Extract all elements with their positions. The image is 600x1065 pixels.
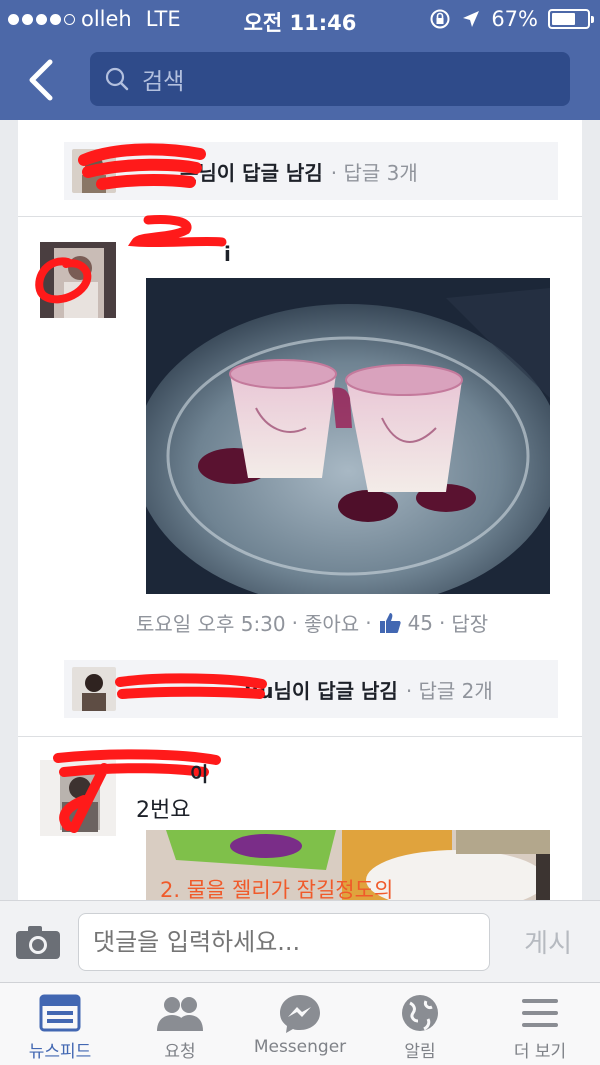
separator: · bbox=[439, 610, 446, 635]
status-icons: 67% bbox=[429, 7, 594, 31]
search-icon bbox=[105, 67, 129, 91]
reply-link[interactable]: 답장 bbox=[451, 608, 488, 637]
avatar[interactable] bbox=[40, 242, 116, 318]
redaction-scribble bbox=[127, 215, 227, 248]
camera-icon[interactable] bbox=[14, 923, 62, 961]
comment-input[interactable] bbox=[78, 913, 490, 971]
tab-notifications[interactable]: 알림 bbox=[360, 983, 480, 1065]
tab-label: 요청 bbox=[164, 1042, 196, 1062]
reply-author-text: Bu님이 답글 남김 bbox=[244, 678, 398, 703]
battery-icon bbox=[548, 9, 594, 29]
post-timestamp[interactable]: 토요일 오후 5:30 bbox=[136, 608, 286, 637]
post-meta: 토요일 오후 5:30 · 좋아요 · 45 · 답장 bbox=[136, 608, 572, 637]
avatar bbox=[72, 149, 116, 193]
search-input[interactable]: 검색 bbox=[90, 52, 570, 106]
comment-thread: 은님이 답글 남김 · 답글 3개 i 토요일 오후 5:30 · 좋아요 · … bbox=[18, 120, 582, 900]
notifications-globe-icon bbox=[402, 995, 438, 1031]
like-link[interactable]: 좋아요 bbox=[304, 608, 359, 637]
tab-label: Messenger bbox=[253, 1037, 347, 1057]
avatar[interactable] bbox=[40, 760, 116, 836]
messenger-icon bbox=[280, 995, 320, 1033]
reply-summary-top[interactable]: 은님이 답글 남김 · 답글 3개 bbox=[64, 142, 558, 200]
news-feed-icon bbox=[39, 994, 81, 1032]
post-button[interactable]: 게시 bbox=[524, 923, 572, 960]
back-chevron-icon[interactable] bbox=[22, 56, 62, 104]
tab-more[interactable]: 더 보기 bbox=[480, 983, 600, 1065]
post-photo[interactable] bbox=[146, 278, 550, 594]
tab-bar: 뉴스피드 요청 Messenger 알림 더 보기 bbox=[0, 982, 600, 1065]
post-text: 2번요 bbox=[136, 798, 191, 823]
divider bbox=[18, 736, 582, 737]
like-count[interactable]: 45 bbox=[408, 611, 433, 635]
reply-summary-mid[interactable]: Bu님이 답글 남김 · 답글 2개 bbox=[64, 660, 558, 718]
navigation-bar: 검색 bbox=[0, 40, 600, 120]
post-author-name[interactable]: 이 bbox=[190, 758, 208, 787]
reply-count: · 답글 2개 bbox=[405, 678, 493, 703]
status-bar: olleh LTE 오전 11:46 67% bbox=[0, 0, 600, 40]
divider bbox=[18, 216, 582, 217]
location-arrow-icon bbox=[463, 11, 480, 27]
comment-composer: 게시 bbox=[0, 900, 600, 982]
post-photo[interactable]: 2. 물을 젤리가 잠길정도의 bbox=[146, 830, 550, 900]
separator: · bbox=[291, 610, 298, 635]
reply-author-text: 은님이 답글 남김 bbox=[180, 160, 323, 185]
friend-requests-icon bbox=[157, 997, 203, 1031]
separator: · bbox=[365, 610, 372, 635]
post-author-name[interactable]: i bbox=[224, 242, 231, 266]
tab-requests[interactable]: 요청 bbox=[120, 983, 240, 1065]
tab-label: 알림 bbox=[404, 1042, 436, 1062]
tab-label: 뉴스피드 bbox=[28, 1042, 92, 1062]
avatar bbox=[72, 667, 116, 711]
tab-messenger[interactable]: Messenger bbox=[240, 983, 360, 1065]
search-placeholder: 검색 bbox=[142, 69, 185, 95]
rotation-lock-icon bbox=[430, 9, 450, 29]
more-menu-icon bbox=[522, 999, 558, 1027]
tab-news-feed[interactable]: 뉴스피드 bbox=[0, 983, 120, 1065]
battery-level bbox=[552, 13, 575, 25]
battery-percent: 67% bbox=[491, 7, 538, 31]
thumbs-up-icon bbox=[379, 612, 401, 633]
tab-label: 더 보기 bbox=[513, 1042, 567, 1062]
photo-caption: 2. 물을 젤리가 잠길정도의 bbox=[160, 878, 394, 900]
reply-count: · 답글 3개 bbox=[330, 160, 418, 185]
